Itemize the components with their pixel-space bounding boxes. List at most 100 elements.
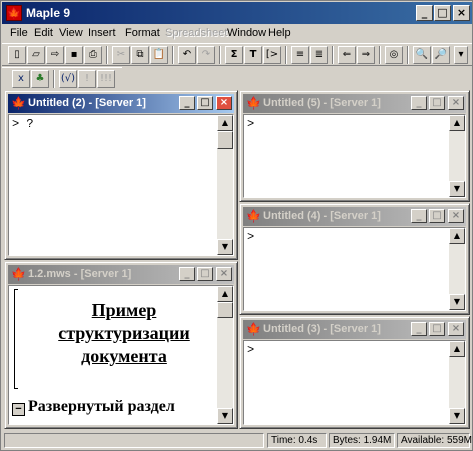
menu-edit[interactable]: Edit: [34, 27, 53, 39]
zoom-out-icon[interactable]: 🔎: [432, 46, 450, 64]
worksheet-area[interactable]: > ▲ ▼: [243, 114, 466, 198]
scroll-thumb[interactable]: [217, 302, 233, 318]
menu-format[interactable]: Format: [125, 27, 160, 39]
math-mode-icon[interactable]: x: [12, 70, 30, 88]
text-mode-icon[interactable]: T: [244, 46, 262, 64]
doc-icon: 🍁: [246, 322, 261, 336]
close-button[interactable]: ×: [448, 96, 464, 110]
close-button[interactable]: ×: [448, 209, 464, 223]
scroll-down-icon[interactable]: ▼: [449, 181, 465, 197]
cut-icon[interactable]: ✂: [112, 46, 130, 64]
outdent-icon[interactable]: ≣: [310, 46, 328, 64]
execute-all-icon[interactable]: !!!: [97, 70, 115, 88]
menu-insert[interactable]: Insert: [88, 27, 116, 39]
worksheet-area[interactable]: > ? ▲ ▼: [8, 114, 234, 256]
indent-icon[interactable]: ≡: [291, 46, 309, 64]
undo-icon[interactable]: ↶: [178, 46, 196, 64]
window-untitled-3[interactable]: 🍁 Untitled (3) - [Server 1] _ □ × > ▲ ▼: [239, 316, 470, 429]
worksheet-area[interactable]: > ▲ ▼: [243, 227, 466, 311]
print-icon[interactable]: ⎙: [84, 46, 102, 64]
evaluate-icon[interactable]: (√): [59, 70, 77, 88]
open-icon[interactable]: ▱: [27, 46, 45, 64]
window-caption[interactable]: 🍁 Untitled (3) - [Server 1] _ □ ×: [243, 320, 466, 339]
close-button[interactable]: ×: [453, 5, 470, 21]
minimize-button[interactable]: _: [411, 96, 427, 110]
open-url-icon[interactable]: ⇨: [46, 46, 64, 64]
menu-file[interactable]: File: [10, 27, 28, 39]
close-button[interactable]: ×: [448, 322, 464, 336]
window-1-2-mws[interactable]: 🍁 1.2.mws - [Server 1] _ □ × Пример стру…: [4, 261, 238, 429]
doc-icon: 🍁: [11, 96, 26, 110]
scroll-thumb[interactable]: [217, 131, 233, 149]
minimize-button[interactable]: _: [179, 96, 195, 110]
window-caption[interactable]: 🍁 Untitled (2) - [Server 1] _ □ ×: [8, 94, 234, 113]
maximize-button[interactable]: □: [429, 96, 445, 110]
toolbar-separator: [53, 70, 55, 88]
menu-help[interactable]: Help: [268, 27, 291, 39]
scroll-down-icon[interactable]: ▼: [449, 294, 465, 310]
input-prompt[interactable]: >: [247, 117, 254, 131]
menu-window[interactable]: Window: [227, 27, 266, 39]
vertical-scrollbar[interactable]: ▲ ▼: [449, 115, 465, 197]
app-titlebar[interactable]: 🍁 Maple 9 _ □ ×: [2, 2, 472, 24]
minimize-button[interactable]: _: [411, 322, 427, 336]
execute-icon[interactable]: !: [78, 70, 96, 88]
zoom-in-icon[interactable]: 🔍: [413, 46, 431, 64]
vertical-scrollbar[interactable]: ▲ ▼: [449, 341, 465, 424]
maximize-button[interactable]: □: [197, 96, 213, 110]
paste-icon[interactable]: 📋: [150, 46, 168, 64]
insert-prompt-icon[interactable]: [>: [263, 46, 281, 64]
collapse-section-button[interactable]: −: [12, 403, 25, 416]
scroll-up-icon[interactable]: ▲: [449, 228, 465, 244]
minimize-button[interactable]: _: [411, 209, 427, 223]
close-button[interactable]: ×: [216, 267, 232, 281]
input-prompt[interactable]: >: [247, 343, 254, 357]
window-untitled-4[interactable]: 🍁 Untitled (4) - [Server 1] _ □ × > ▲ ▼: [239, 203, 470, 315]
sigma-icon[interactable]: Σ: [225, 46, 243, 64]
maple-leaf-icon[interactable]: ♣: [31, 70, 49, 88]
scroll-down-icon[interactable]: ▼: [449, 408, 465, 424]
window-untitled-2[interactable]: 🍁 Untitled (2) - [Server 1] _ □ × > ? ▲ …: [4, 90, 238, 260]
window-caption[interactable]: 🍁 1.2.mws - [Server 1] _ □ ×: [8, 265, 234, 284]
maple-icon[interactable]: 🍁: [6, 5, 22, 21]
copy-icon[interactable]: ⧉: [131, 46, 149, 64]
new-doc-icon[interactable]: ▯: [8, 46, 26, 64]
forward-icon[interactable]: ⇒: [357, 46, 375, 64]
input-prompt[interactable]: > ?: [12, 117, 34, 131]
vertical-scrollbar[interactable]: ▲ ▼: [217, 115, 233, 255]
save-icon[interactable]: ▪: [65, 46, 83, 64]
scroll-down-icon[interactable]: ▼: [217, 239, 233, 255]
minimize-button[interactable]: _: [179, 267, 195, 281]
input-prompt[interactable]: >: [247, 230, 254, 244]
redo-icon[interactable]: ↷: [197, 46, 215, 64]
scroll-up-icon[interactable]: ▲: [217, 115, 233, 131]
window-untitled-5[interactable]: 🍁 Untitled (5) - [Server 1] _ □ × > ▲ ▼: [239, 90, 470, 202]
doc-icon: 🍁: [11, 267, 26, 281]
main-toolbar: ▯ ▱ ⇨ ▪ ⎙ ✂ ⧉ 📋 ↶ ↷ Σ T [> ≡ ≣ ⇐ ⇒ ◎ 🔍 🔎…: [2, 43, 472, 66]
menu-spreadsheet[interactable]: Spreadsheet: [165, 27, 227, 39]
menubar: File Edit View Insert Format Spreadsheet…: [2, 25, 472, 42]
doc-icon: 🍁: [246, 209, 261, 223]
scroll-down-icon[interactable]: ▼: [217, 408, 233, 424]
maximize-button[interactable]: □: [429, 209, 445, 223]
close-button[interactable]: ×: [216, 96, 232, 110]
back-icon[interactable]: ⇐: [338, 46, 356, 64]
vertical-scrollbar[interactable]: ▲ ▼: [217, 286, 233, 424]
doc-icon: 🍁: [246, 96, 261, 110]
window-caption[interactable]: 🍁 Untitled (4) - [Server 1] _ □ ×: [243, 207, 466, 226]
stop-icon[interactable]: ◎: [385, 46, 403, 64]
maximize-button[interactable]: □: [429, 322, 445, 336]
scroll-up-icon[interactable]: ▲: [217, 286, 233, 302]
scroll-up-icon[interactable]: ▲: [449, 115, 465, 131]
scroll-up-icon[interactable]: ▲: [449, 341, 465, 357]
menu-view[interactable]: View: [59, 27, 83, 39]
maximize-button[interactable]: □: [434, 5, 451, 21]
section-title[interactable]: Развернутый раздел: [28, 398, 175, 416]
worksheet-area[interactable]: Пример структуризации документа − Развер…: [8, 285, 234, 425]
vertical-scrollbar[interactable]: ▲ ▼: [449, 228, 465, 310]
maximize-button[interactable]: □: [197, 267, 213, 281]
window-caption[interactable]: 🍁 Untitled (5) - [Server 1] _ □ ×: [243, 94, 466, 113]
toolbar-overflow-icon[interactable]: ▾: [454, 46, 468, 64]
worksheet-area[interactable]: > ▲ ▼: [243, 340, 466, 425]
minimize-button[interactable]: _: [416, 5, 433, 21]
